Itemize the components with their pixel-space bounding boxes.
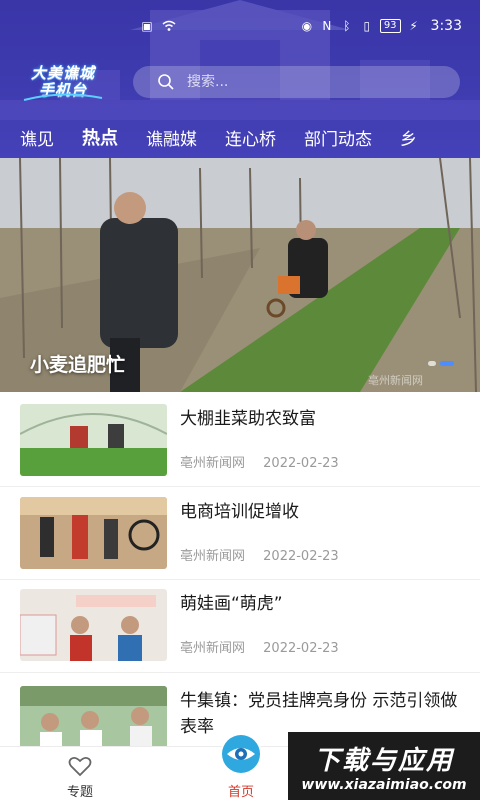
wifi-icon	[162, 19, 176, 33]
heart-icon	[68, 756, 92, 777]
status-bar: ▣ ◉ Ν ᛒ ▯ 93 ⚡ 3:33	[0, 0, 480, 52]
news-meta: 亳州新闻网 2022-02-23	[180, 637, 339, 656]
news-date: 2022-02-23	[263, 641, 339, 656]
bluetooth-icon: ᛒ	[343, 19, 351, 33]
notification-icon: ▣	[141, 19, 153, 33]
app-header: ▣ ◉ Ν ᛒ ▯ 93 ⚡ 3:33 大美谯城 手机台 谯见 热点	[0, 0, 480, 158]
news-item[interactable]: 萌娃画“萌虎” 亳州新闻网 2022-02-23	[0, 589, 480, 681]
divider	[0, 486, 480, 487]
news-thumbnail	[20, 404, 167, 476]
news-meta: 亳州新闻网 2022-02-23	[180, 452, 339, 471]
vibrate-icon: ▯	[363, 19, 371, 33]
banner-watermark: 亳州新闻网	[368, 374, 423, 387]
carousel-dot-active	[440, 361, 454, 366]
news-date: 2022-02-23	[263, 549, 339, 564]
search-bar[interactable]	[133, 66, 460, 98]
home-eye-icon	[222, 735, 260, 773]
tab-hot[interactable]: 热点	[82, 118, 118, 156]
nav-topics-label: 专题	[66, 785, 93, 800]
tab-department-news[interactable]: 部门动态	[304, 118, 372, 156]
news-title[interactable]: 电商培训促增收	[180, 499, 460, 525]
logo-line-1: 大美谯城	[30, 64, 95, 82]
watermark-url: www.xiazaimiao.com	[301, 776, 467, 793]
news-thumbnail	[20, 497, 167, 569]
divider	[0, 579, 480, 580]
site-watermark: 下载与应用 www.xiazaimiao.com	[288, 732, 480, 800]
tab-qiaojian[interactable]: 谯见	[20, 118, 54, 156]
news-thumbnail	[20, 589, 167, 661]
nav-home-label: 首页	[227, 785, 254, 800]
news-item[interactable]: 大棚韭菜助农致富 亳州新闻网 2022-02-23	[0, 404, 480, 496]
news-source: 亳州新闻网	[180, 549, 246, 564]
tab-heart-bridge[interactable]: 连心桥	[225, 118, 276, 156]
carousel-dot	[428, 361, 436, 366]
news-title[interactable]: 萌娃画“萌虎”	[180, 591, 460, 617]
tab-qiao-media[interactable]: 谯融媒	[146, 118, 197, 156]
eye-icon: ◉	[301, 19, 313, 33]
news-date: 2022-02-23	[263, 456, 339, 471]
charging-icon: ⚡	[409, 19, 418, 33]
category-tabs: 谯见 热点 谯融媒 连心桥 部门动态 乡	[0, 118, 480, 156]
logo-swoosh	[23, 93, 103, 101]
banner-caption[interactable]: 小麦追肥忙	[30, 350, 125, 377]
nav-home[interactable]	[220, 733, 262, 775]
nav-topics[interactable]: 专题	[40, 753, 120, 800]
nfc-icon: Ν	[322, 19, 332, 33]
battery-level: 93	[379, 19, 401, 33]
news-meta: 亳州新闻网 2022-02-23	[180, 545, 339, 564]
app-logo: 大美谯城 手机台	[22, 62, 104, 102]
carousel-indicator	[428, 361, 454, 366]
divider	[0, 672, 480, 673]
news-source: 亳州新闻网	[180, 641, 246, 656]
news-title[interactable]: 大棚韭菜助农致富	[180, 406, 460, 432]
clock: 3:33	[430, 18, 462, 34]
search-input[interactable]	[187, 74, 427, 90]
search-icon	[158, 74, 174, 90]
watermark-title: 下载与应用	[313, 745, 454, 776]
news-item[interactable]: 电商培训促增收 亳州新闻网 2022-02-23	[0, 497, 480, 589]
news-source: 亳州新闻网	[180, 456, 246, 471]
tab-township[interactable]: 乡	[400, 118, 417, 156]
